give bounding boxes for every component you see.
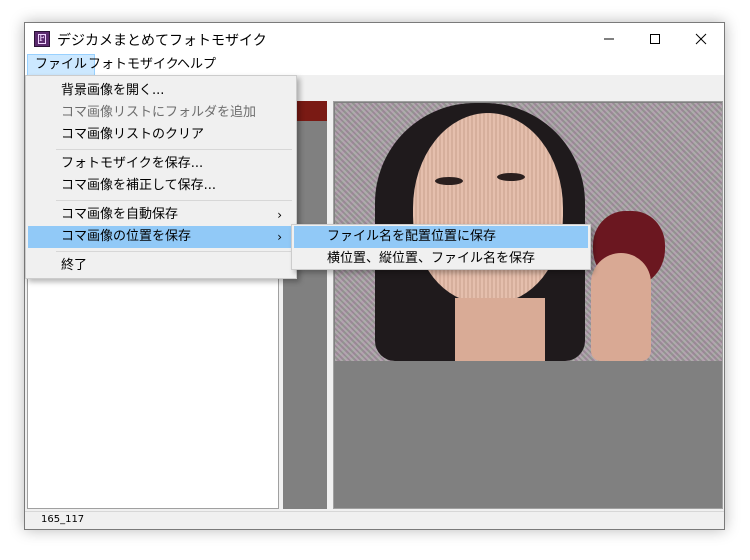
minimize-icon [604, 38, 614, 40]
mosaic-hand [591, 253, 651, 361]
menu-item-exit[interactable]: 終了 [28, 255, 294, 277]
menu-item-save-mosaic[interactable]: フォトモザイクを保存... [28, 153, 294, 175]
file-menu-dropdown: 背景画像を開く... コマ画像リストにフォルダを追加 コマ画像リストのクリア フ… [25, 75, 297, 279]
chevron-right-icon: › [277, 230, 282, 244]
menu-item-clear-list[interactable]: コマ画像リストのクリア [28, 124, 294, 146]
close-icon [695, 33, 707, 45]
submenu-item-save-filename-at-position[interactable]: ファイル名を配置位置に保存 [294, 226, 588, 248]
window-title: デジカメまとめてフォトモザイク [57, 33, 267, 49]
close-button[interactable] [678, 23, 724, 54]
mosaic-eye-right [497, 173, 525, 181]
save-positions-submenu: ファイル名を配置位置に保存 横位置、縦位置、ファイル名を保存 [291, 224, 591, 270]
menu-item-add-folder[interactable]: コマ画像リストにフォルダを追加 [28, 102, 294, 124]
chevron-right-icon: › [277, 208, 282, 222]
mosaic-face-region [413, 113, 563, 303]
submenu-item-save-xy-filename[interactable]: 横位置、縦位置、ファイル名を保存 [294, 248, 588, 270]
app-icon-letter: F [38, 34, 46, 44]
title-bar[interactable]: F デジカメまとめてフォトモザイク [25, 23, 724, 54]
menu-help[interactable]: ヘルプ [170, 54, 223, 76]
menu-item-auto-save[interactable]: コマ画像を自動保存 › [28, 204, 294, 226]
menu-item-label: コマ画像の位置を保存 [61, 229, 192, 244]
mosaic-canvas-panel[interactable] [333, 101, 723, 509]
menu-separator [56, 149, 292, 150]
app-icon[interactable]: F [34, 31, 50, 47]
status-text: 165_117 [41, 514, 85, 525]
minimize-button[interactable] [586, 23, 632, 54]
maximize-button[interactable] [632, 23, 678, 54]
menu-item-label: コマ画像を自動保存 [61, 207, 179, 222]
menu-separator [56, 251, 292, 252]
mosaic-eye-left [435, 177, 463, 185]
menu-item-save-positions[interactable]: コマ画像の位置を保存 › [28, 226, 294, 248]
maximize-icon [650, 34, 660, 44]
menu-bar: ファイル フォトモザイク ヘルプ [25, 54, 724, 76]
status-bar: 165_117 [25, 511, 724, 529]
menu-item-open-background[interactable]: 背景画像を開く... [28, 80, 294, 102]
menu-item-save-corrected[interactable]: コマ画像を補正して保存... [28, 175, 294, 197]
menu-separator [56, 200, 292, 201]
mosaic-neck [455, 298, 545, 361]
